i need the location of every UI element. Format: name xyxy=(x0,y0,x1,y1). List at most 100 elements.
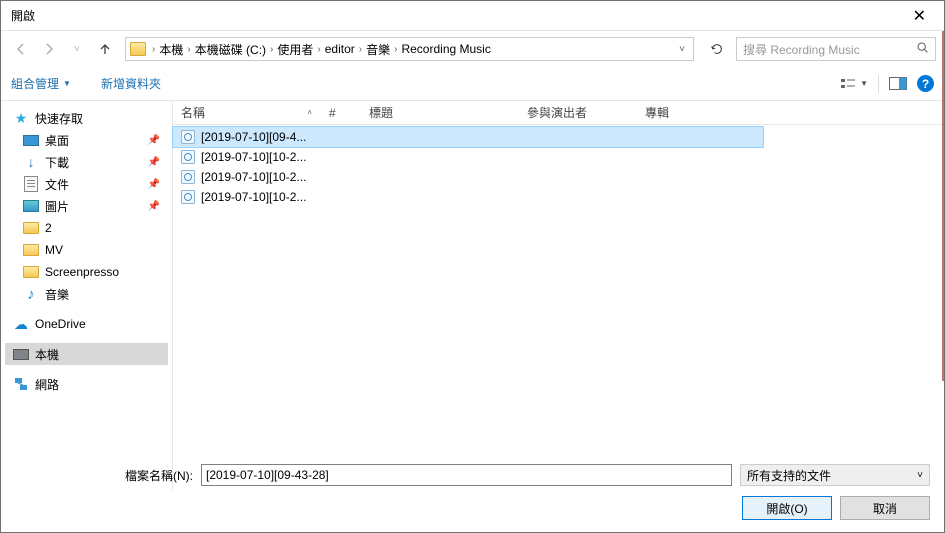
dialog-title: 開啟 xyxy=(11,7,35,24)
new-folder-button[interactable]: 新增資料夾 xyxy=(101,75,161,92)
pc-icon xyxy=(13,346,29,362)
file-row[interactable]: [2019-07-10][10-2... xyxy=(173,187,944,207)
sidebar-downloads[interactable]: ↓ 下載 📌 xyxy=(5,151,168,173)
filetype-select[interactable]: 所有支持的文件 ˅ xyxy=(740,464,930,486)
document-icon xyxy=(23,176,39,192)
chevron-right-icon[interactable]: › xyxy=(394,44,397,55)
pictures-icon xyxy=(23,198,39,214)
column-album[interactable]: 專輯 xyxy=(637,104,757,121)
file-row[interactable]: [2019-07-10][10-2... xyxy=(173,147,944,167)
sidebar-label: Screenpresso xyxy=(45,265,119,279)
column-headers: 名稱 ˄ # 標題 參與演出者 專輯 xyxy=(173,101,944,125)
cancel-button[interactable]: 取消 xyxy=(840,496,930,520)
sidebar-label: 本機 xyxy=(35,346,59,363)
pin-icon: 📌 xyxy=(148,179,160,190)
star-icon: ★ xyxy=(13,110,29,126)
sort-indicator-icon: ˄ xyxy=(307,108,312,117)
window-edge xyxy=(942,31,944,381)
chevron-right-icon[interactable]: › xyxy=(359,44,362,55)
sidebar-folder-screenpresso[interactable]: Screenpresso xyxy=(5,261,168,283)
breadcrumb-item[interactable]: 本機磁碟 (C:) xyxy=(195,41,266,58)
sidebar-label: OneDrive xyxy=(35,317,86,331)
audio-file-icon xyxy=(181,130,195,144)
breadcrumb-item[interactable]: 本機 xyxy=(159,41,183,58)
sidebar-network[interactable]: 網路 xyxy=(5,373,168,395)
address-dropdown-icon[interactable]: ˅ xyxy=(675,44,689,55)
folder-icon xyxy=(130,42,146,56)
filetype-label: 所有支持的文件 xyxy=(747,467,831,484)
help-icon[interactable]: ? xyxy=(917,75,934,92)
sidebar-label: 2 xyxy=(45,221,52,235)
view-options-button[interactable]: ▼ xyxy=(840,77,868,91)
back-button[interactable] xyxy=(9,37,33,61)
chevron-right-icon[interactable]: › xyxy=(187,44,190,55)
sidebar-label: 網路 xyxy=(35,376,59,393)
sidebar-desktop[interactable]: 桌面 📌 xyxy=(5,129,168,151)
audio-file-icon xyxy=(181,170,195,184)
breadcrumb-item[interactable]: 音樂 xyxy=(366,41,390,58)
recent-dropdown-icon[interactable]: ˅ xyxy=(65,37,89,61)
breadcrumb: › 本機 › 本機磁碟 (C:) › 使用者 › editor › 音樂 › R… xyxy=(152,41,491,58)
pin-icon: 📌 xyxy=(148,157,160,168)
pin-icon: 📌 xyxy=(148,201,160,212)
sidebar-pictures[interactable]: 圖片 📌 xyxy=(5,195,168,217)
desktop-icon xyxy=(23,132,39,148)
folder-icon xyxy=(23,242,39,258)
chevron-right-icon[interactable]: › xyxy=(317,44,320,55)
address-bar[interactable]: › 本機 › 本機磁碟 (C:) › 使用者 › editor › 音樂 › R… xyxy=(125,37,694,61)
search-input[interactable]: 搜尋 Recording Music xyxy=(736,37,936,61)
filename-input[interactable] xyxy=(201,464,732,486)
sidebar-documents[interactable]: 文件 📌 xyxy=(5,173,168,195)
sidebar-onedrive[interactable]: ☁ OneDrive xyxy=(5,313,168,335)
breadcrumb-item[interactable]: Recording Music xyxy=(401,42,490,56)
sidebar-label: MV xyxy=(45,243,63,257)
close-icon[interactable]: ✕ xyxy=(905,6,934,26)
file-row[interactable]: [2019-07-10][09-4... xyxy=(173,127,763,147)
file-name: [2019-07-10][10-2... xyxy=(201,150,306,164)
sidebar-label: 圖片 xyxy=(45,198,69,215)
filename-label: 檔案名稱(N): xyxy=(125,467,193,484)
column-label: 名稱 xyxy=(181,104,205,121)
download-icon: ↓ xyxy=(23,154,39,170)
sidebar-label: 桌面 xyxy=(45,132,69,149)
breadcrumb-item[interactable]: editor xyxy=(325,42,355,56)
column-name[interactable]: 名稱 ˄ xyxy=(173,104,321,121)
folder-icon xyxy=(23,220,39,236)
open-button[interactable]: 開啟(O) xyxy=(742,496,832,520)
chevron-down-icon: ▼ xyxy=(860,79,868,88)
sidebar-quick-access[interactable]: ★ 快速存取 xyxy=(5,107,168,129)
breadcrumb-item[interactable]: 使用者 xyxy=(277,41,313,58)
network-icon xyxy=(13,376,29,392)
chevron-right-icon[interactable]: › xyxy=(270,44,273,55)
up-button[interactable] xyxy=(93,37,117,61)
preview-pane-button[interactable] xyxy=(889,77,907,90)
navigation-sidebar: ★ 快速存取 桌面 📌 ↓ 下載 📌 文件 📌 圖片 📌 xyxy=(1,101,173,491)
sidebar-folder-mv[interactable]: MV xyxy=(5,239,168,261)
file-row[interactable]: [2019-07-10][10-2... xyxy=(173,167,944,187)
audio-file-icon xyxy=(181,150,195,164)
chevron-right-icon[interactable]: › xyxy=(152,44,155,55)
separator xyxy=(878,75,879,93)
audio-file-icon xyxy=(181,190,195,204)
chevron-down-icon: ▼ xyxy=(63,79,71,88)
sidebar-label: 下載 xyxy=(45,154,69,171)
file-name: [2019-07-10][10-2... xyxy=(201,170,306,184)
sidebar-label: 快速存取 xyxy=(35,110,83,127)
cloud-icon: ☁ xyxy=(13,316,29,332)
column-artist[interactable]: 參與演出者 xyxy=(519,104,637,121)
column-number[interactable]: # xyxy=(321,106,361,120)
music-icon: ♪ xyxy=(23,286,39,302)
pin-icon: 📌 xyxy=(148,135,160,146)
file-name: [2019-07-10][09-4... xyxy=(201,130,306,144)
sidebar-label: 音樂 xyxy=(45,286,69,303)
refresh-button[interactable] xyxy=(706,38,728,60)
organize-menu[interactable]: 組合管理 ▼ xyxy=(11,75,71,92)
column-title[interactable]: 標題 xyxy=(361,104,519,121)
sidebar-folder-2[interactable]: 2 xyxy=(5,217,168,239)
file-name: [2019-07-10][10-2... xyxy=(201,190,306,204)
chevron-down-icon: ˅ xyxy=(917,470,923,481)
forward-button[interactable] xyxy=(37,37,61,61)
sidebar-this-pc[interactable]: 本機 xyxy=(5,343,168,365)
organize-label: 組合管理 xyxy=(11,75,59,92)
sidebar-music[interactable]: ♪ 音樂 xyxy=(5,283,168,305)
